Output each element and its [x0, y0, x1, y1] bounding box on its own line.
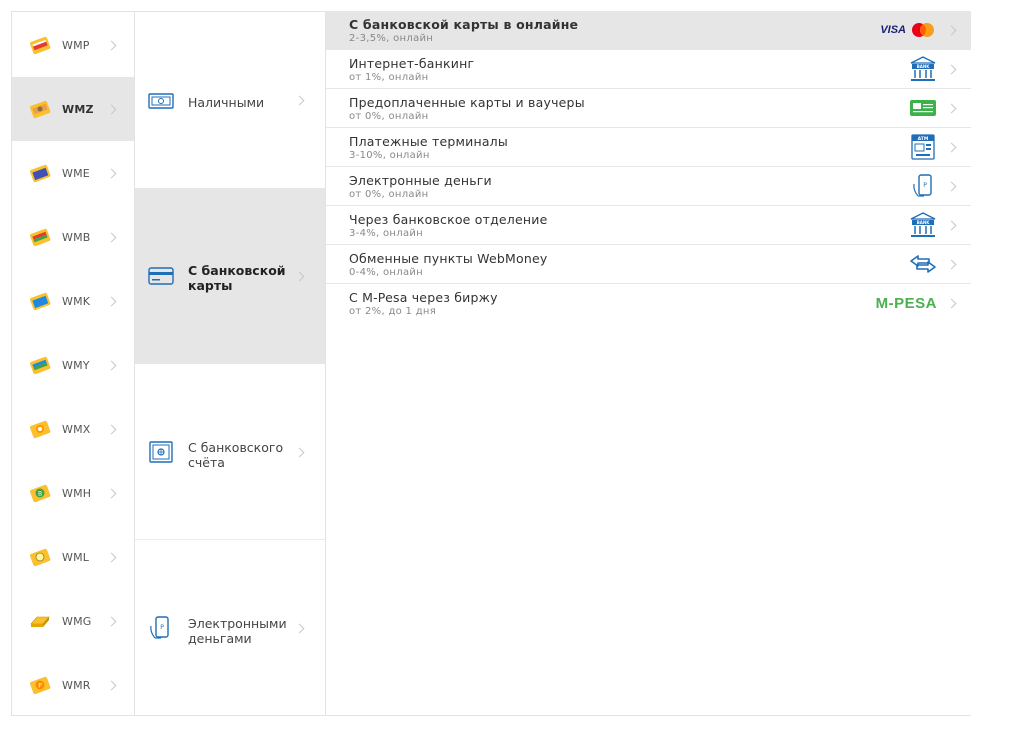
- panel-frame: [11, 11, 971, 716]
